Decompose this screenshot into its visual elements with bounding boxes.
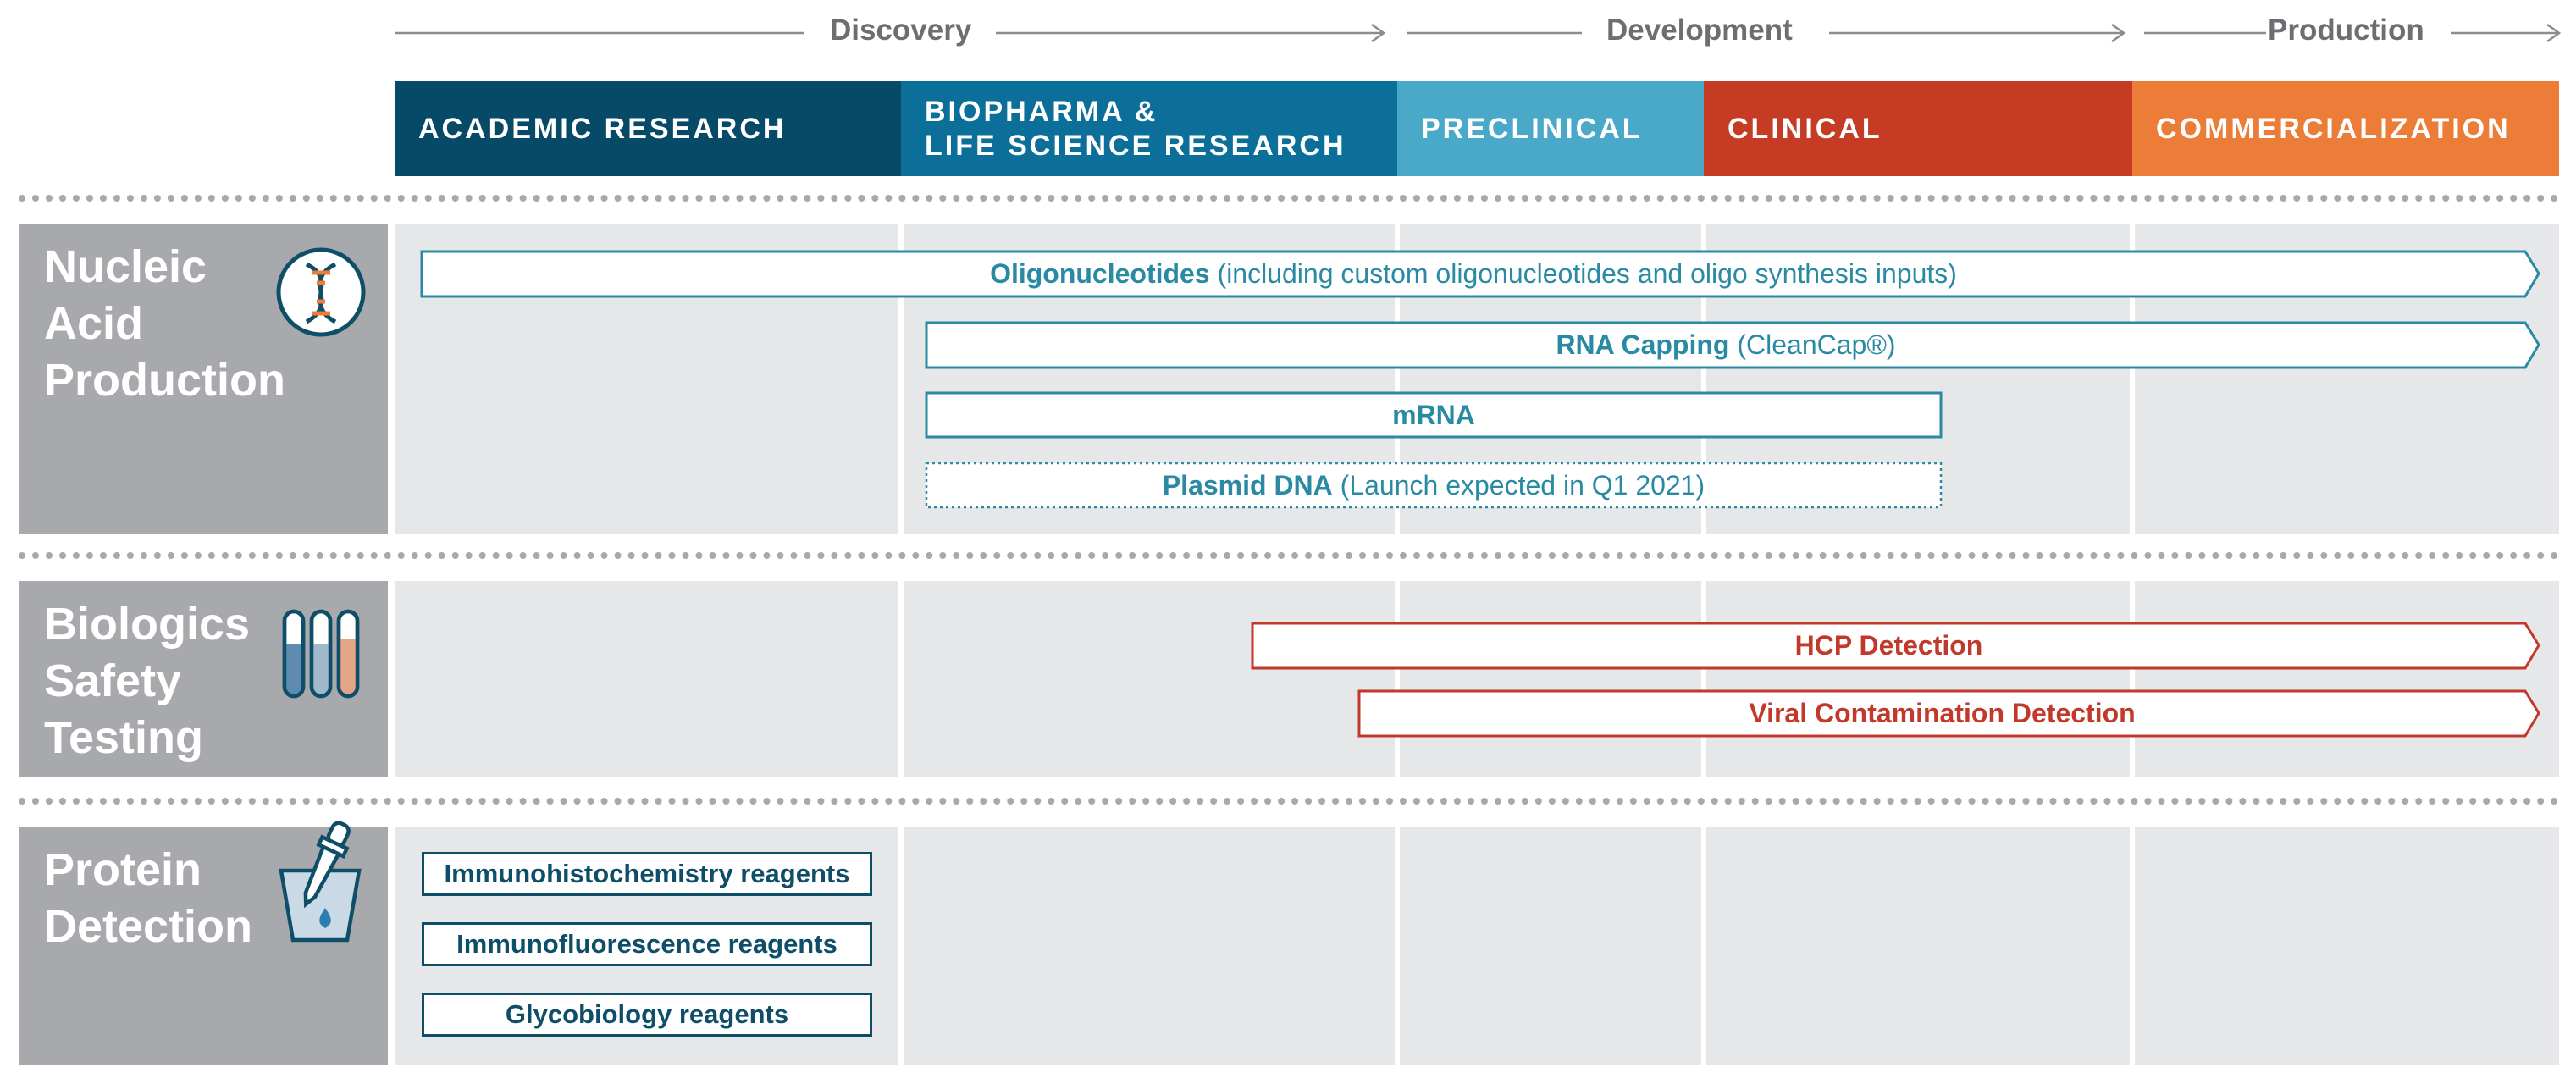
bar-label-hcp-detection: HCP Detection [1794,630,1983,661]
bar-shapes [420,250,2540,738]
bar-label-plasmid-dna: Plasmid DNA (Launch expected in Q1 2021) [1162,469,1705,501]
bar-label-oligonucleotides: Oligonucleotides (including custom oligo… [990,258,1957,289]
bar-label-mrna: mRNA [1392,399,1475,430]
bar-label-viral-contamination: Viral Contamination Detection [1749,698,2136,728]
bar-label-rna-capping: RNA Capping (CleanCap®) [1556,329,1896,360]
box-immunofluorescence: Immunofluorescence reagents [422,922,872,966]
box-glycobiology: Glycobiology reagents [422,993,872,1037]
box-immunohistochemistry: Immunohistochemistry reagents [422,852,872,896]
